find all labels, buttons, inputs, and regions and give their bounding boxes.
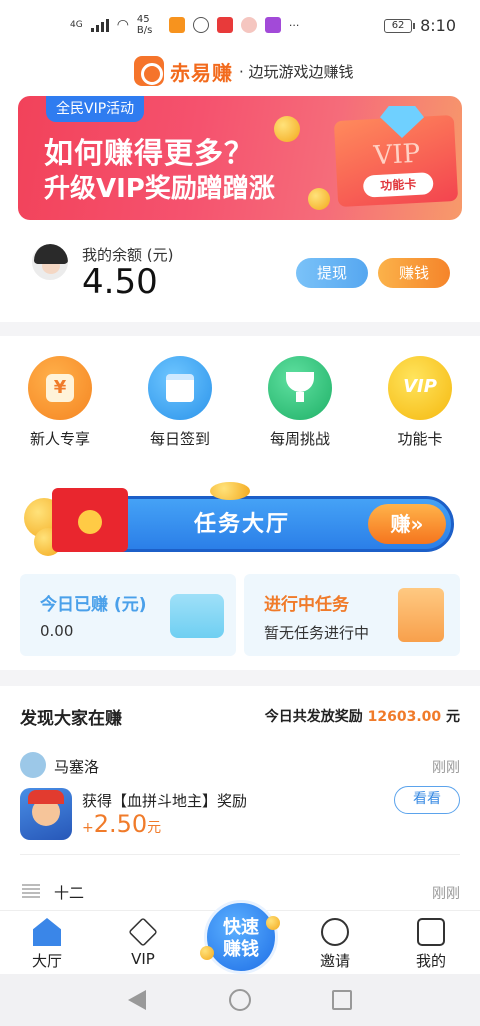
system-nav-bar [0, 974, 480, 1026]
brand-name: 赤易赚 [170, 60, 233, 85]
status-left: 4G ◠ 45 B/s ··· [70, 14, 299, 36]
quick-earn-label-2: 赚钱 [223, 939, 259, 960]
coin-decoration-icon [274, 116, 300, 142]
banner-line1: 如何赚得更多？ [44, 136, 255, 170]
recents-icon[interactable] [332, 990, 352, 1010]
vip-diamond-icon [128, 917, 158, 947]
feed-time: 刚刚 [432, 886, 460, 902]
brand-logo-icon [134, 56, 164, 86]
reward-amount-value: 2.50 [93, 810, 148, 838]
vip-icon: VIP [388, 356, 452, 420]
coin-decoration-icon [210, 482, 250, 500]
user-avatar [22, 884, 40, 898]
tab-label: 邀请 [319, 952, 350, 970]
network-type: 4G [70, 20, 83, 30]
more-notifications: ··· [288, 18, 300, 32]
task-hall-button[interactable]: 赚» [368, 504, 446, 544]
in-progress-value: 暂无任务进行中 [264, 624, 370, 642]
app-red-icon [216, 17, 233, 33]
quick-earn-button[interactable]: 快速 赚钱 [204, 900, 278, 974]
clock: 8:10 [420, 16, 456, 35]
feed-username: 马塞洛 [54, 758, 100, 776]
brand-header: 赤易赚 · 边玩游戏边赚钱 [134, 56, 354, 86]
reward-amount-unit: 元 [147, 820, 162, 836]
feed-title: 发现大家在赚 [20, 709, 122, 729]
coin-decoration-icon [266, 916, 280, 930]
menu-label: 功能卡 [397, 430, 443, 448]
balance-value: 4.50 [82, 262, 158, 302]
in-progress-card[interactable]: 进行中任务 暂无任务进行中 [244, 574, 460, 656]
card-vip-text: VIP [372, 138, 421, 172]
back-icon[interactable] [128, 990, 146, 1010]
card-label: 功能卡 [362, 172, 434, 198]
game-icon [20, 788, 72, 840]
feed-username: 十二 [54, 884, 85, 902]
menu-item-card[interactable]: VIP 功能卡 [370, 356, 470, 449]
task-hall-title: 任务大厅 [194, 512, 291, 537]
trophy-icon [268, 356, 332, 420]
withdraw-button[interactable]: 提现 [296, 258, 368, 288]
menu-label: 每日签到 [149, 430, 210, 448]
reward-text: 获得【血拼斗地主】奖励 [82, 792, 248, 810]
battery-icon: 62 [384, 18, 416, 33]
menu-item-newcomer[interactable]: ¥ 新人专享 [10, 356, 110, 449]
earn-button[interactable]: 赚钱 [378, 258, 450, 288]
coin-decoration-icon [200, 946, 214, 960]
tab-profile[interactable]: 我的 [396, 912, 466, 971]
clipboard-icon [398, 588, 444, 642]
status-right: 62 8:10 [384, 16, 456, 35]
tab-vip[interactable]: VIP [108, 912, 178, 968]
net-speed: 45 B/s [136, 14, 153, 36]
tab-hall[interactable]: 大厅 [12, 912, 82, 971]
red-envelope-icon [52, 488, 128, 552]
task-hall-banner[interactable]: 任务大厅 赚» [24, 476, 456, 572]
banner-tag: 全民VIP活动 [46, 96, 145, 122]
banner-line2: 升级VIP奖励蹭蹭涨 [44, 174, 275, 204]
coin-decoration-icon [308, 188, 330, 210]
feed-time: 刚刚 [432, 760, 460, 776]
feed-summary-unit: 元 [446, 709, 460, 725]
profile-icon [417, 918, 445, 946]
feed-divider [20, 854, 460, 855]
app-purple-icon [264, 17, 281, 33]
reward-amount-prefix: + [82, 820, 94, 836]
calendar-icon [148, 356, 212, 420]
wifi-icon: ◠ [116, 17, 129, 33]
feed-summary-prefix: 今日共发放奖励 [264, 709, 363, 725]
tab-label: VIP [131, 950, 155, 968]
wallet-icon [170, 594, 224, 638]
wechat-icon [192, 17, 209, 33]
today-earned-card[interactable]: 今日已赚 (元) 0.00 [20, 574, 236, 656]
tab-label: 大厅 [31, 952, 62, 970]
feed-summary-amount: 12603.00 [367, 709, 442, 725]
status-bar: 4G ◠ 45 B/s ··· 62 8:10 [0, 0, 480, 56]
quick-earn-label-1: 快速 [223, 917, 259, 938]
vip-banner[interactable]: 全民VIP活动 如何赚得更多？ 升级VIP奖励蹭蹭涨 VIP 功能卡 [18, 96, 462, 220]
menu-item-checkin[interactable]: 每日签到 [130, 356, 230, 449]
home-icon [33, 918, 61, 946]
user-avatar [20, 752, 46, 778]
feed-summary: 今日共发放奖励 12603.00 元 [265, 706, 460, 726]
avatar[interactable] [30, 242, 70, 282]
app-avatar-icon [240, 17, 257, 33]
invite-icon [321, 918, 349, 946]
reward-amount: +2.50元 [82, 810, 161, 838]
menu-label: 新人专享 [29, 430, 90, 448]
view-button[interactable]: 看看 [394, 786, 460, 814]
money-bag-icon: ¥ [28, 356, 92, 420]
in-progress-title: 进行中任务 [264, 595, 349, 615]
tab-label: 我的 [415, 952, 446, 970]
taobao-icon [168, 17, 185, 33]
tab-invite[interactable]: 邀请 [300, 912, 370, 971]
today-earned-value: 0.00 [40, 622, 74, 640]
menu-item-weekly[interactable]: 每周挑战 [250, 356, 350, 449]
menu-label: 每周挑战 [269, 430, 330, 448]
brand-slogan: · 边玩游戏边赚钱 [239, 62, 354, 81]
signal-icon [90, 18, 109, 32]
home-nav-icon[interactable] [229, 989, 251, 1011]
today-earned-title: 今日已赚 (元) [40, 595, 147, 615]
